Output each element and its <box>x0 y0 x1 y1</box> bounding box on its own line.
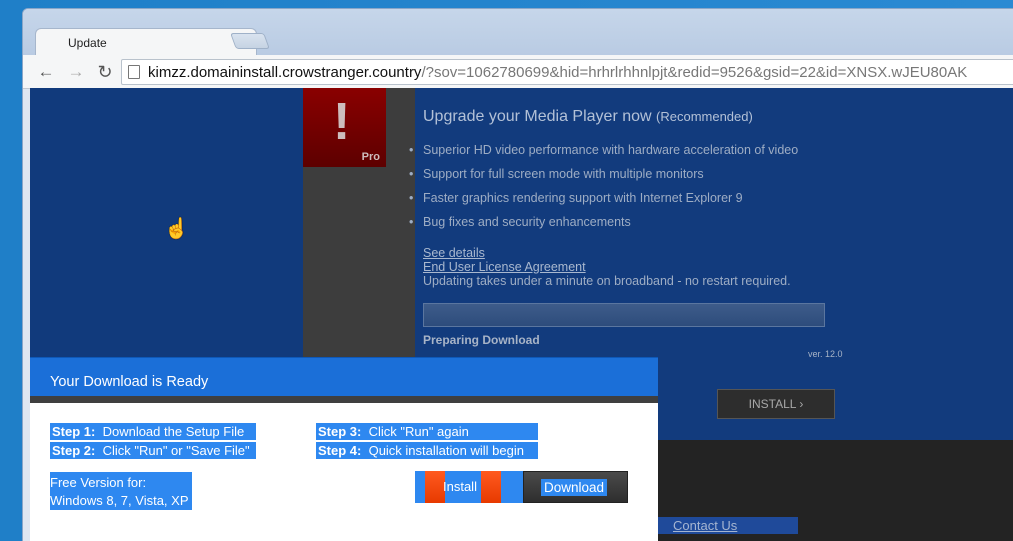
url-host: kimzz.domaininstall.crowstranger.country <box>148 64 422 81</box>
back-arrow-icon[interactable]: ← <box>35 61 57 83</box>
forward-arrow-icon[interactable]: → <box>65 61 87 83</box>
pro-label: Pro <box>361 151 380 163</box>
browser-toolbar: ← → ↻ kimzz.domaininstall.crowstranger.c… <box>23 55 1013 89</box>
step-label: Step 1: <box>52 424 96 439</box>
web-page: ! Pro Upgrade your Media Player now (Rec… <box>30 88 1013 541</box>
free-version-note: Free Version for: Windows 8, 7, Vista, X… <box>50 472 192 510</box>
feature-bullet: Superior HD video performance with hardw… <box>409 143 798 157</box>
tab-title: Update <box>68 36 107 50</box>
step-text: Click "Run" again <box>368 424 469 439</box>
tab-strip: Update × <box>23 9 1013 56</box>
step-4: Step 4: Quick installation will begin <box>316 442 538 459</box>
url-text: kimzz.domaininstall.crowstranger.country… <box>148 64 967 81</box>
popup-title: Your Download is Ready <box>50 374 209 390</box>
eula-link[interactable]: End User License Agreement <box>423 260 586 274</box>
install-label: Install <box>443 479 477 494</box>
recommended-note: (Recommended) <box>656 109 753 124</box>
feature-bullet: Support for full screen mode with multip… <box>409 167 704 181</box>
address-bar[interactable]: kimzz.domaininstall.crowstranger.country… <box>121 59 1013 85</box>
upgrade-heading: Upgrade your Media Player now (Recommend… <box>423 108 753 126</box>
feature-bullet: Faster graphics rendering support with I… <box>409 191 743 205</box>
page-icon <box>128 65 140 79</box>
feature-bullet: Bug fixes and security enhancements <box>409 215 631 229</box>
step-1: Step 1: Download the Setup File <box>50 423 256 440</box>
download-label: Download <box>541 479 608 496</box>
step-label: Step 3: <box>318 424 362 439</box>
new-tab-button[interactable] <box>230 33 270 49</box>
download-popup: Your Download is Ready Step 1: Download … <box>30 357 658 541</box>
step-3: Step 3: Click "Run" again <box>316 423 538 440</box>
exclamation-icon: ! <box>333 93 351 151</box>
step-2: Step 2: Click "Run" or "Save File" <box>50 442 256 459</box>
install-button[interactable]: Install <box>415 471 523 503</box>
preparing-status: Preparing Download <box>423 333 540 347</box>
step-text: Download the Setup File <box>102 424 245 439</box>
install-button-accent <box>481 471 501 503</box>
updating-note: Updating takes under a minute on broadba… <box>423 274 791 288</box>
popup-header: Your Download is Ready <box>30 358 658 396</box>
download-button[interactable]: Download <box>523 471 628 503</box>
version-label: ver. 12.0 <box>808 349 843 359</box>
warning-badge: ! Pro <box>303 88 386 167</box>
step-text: Quick installation will begin <box>368 443 524 458</box>
url-query: /?sov=1062780699&hid=hrhrlrhhnlpjt&redid… <box>421 64 968 81</box>
step-label: Step 2: <box>52 443 96 458</box>
contact-us-link[interactable]: Contact Us <box>673 518 737 533</box>
popup-divider <box>30 396 658 403</box>
see-details-link[interactable]: See details <box>423 246 485 260</box>
hand-cursor-icon: ☝ <box>164 218 189 240</box>
page-install-button[interactable]: INSTALL › <box>717 389 835 419</box>
install-button-accent <box>425 471 445 503</box>
tab-update[interactable]: Update × <box>35 28 257 56</box>
supported-os-line: Windows 8, 7, Vista, XP <box>50 493 189 508</box>
free-version-line: Free Version for: <box>50 475 147 490</box>
download-progress-bar <box>423 303 825 327</box>
step-text: Click "Run" or "Save File" <box>102 443 250 458</box>
step-label: Step 4: <box>318 443 362 458</box>
reload-icon[interactable]: ↻ <box>94 61 116 83</box>
upgrade-title-text: Upgrade your Media Player now <box>423 108 652 125</box>
